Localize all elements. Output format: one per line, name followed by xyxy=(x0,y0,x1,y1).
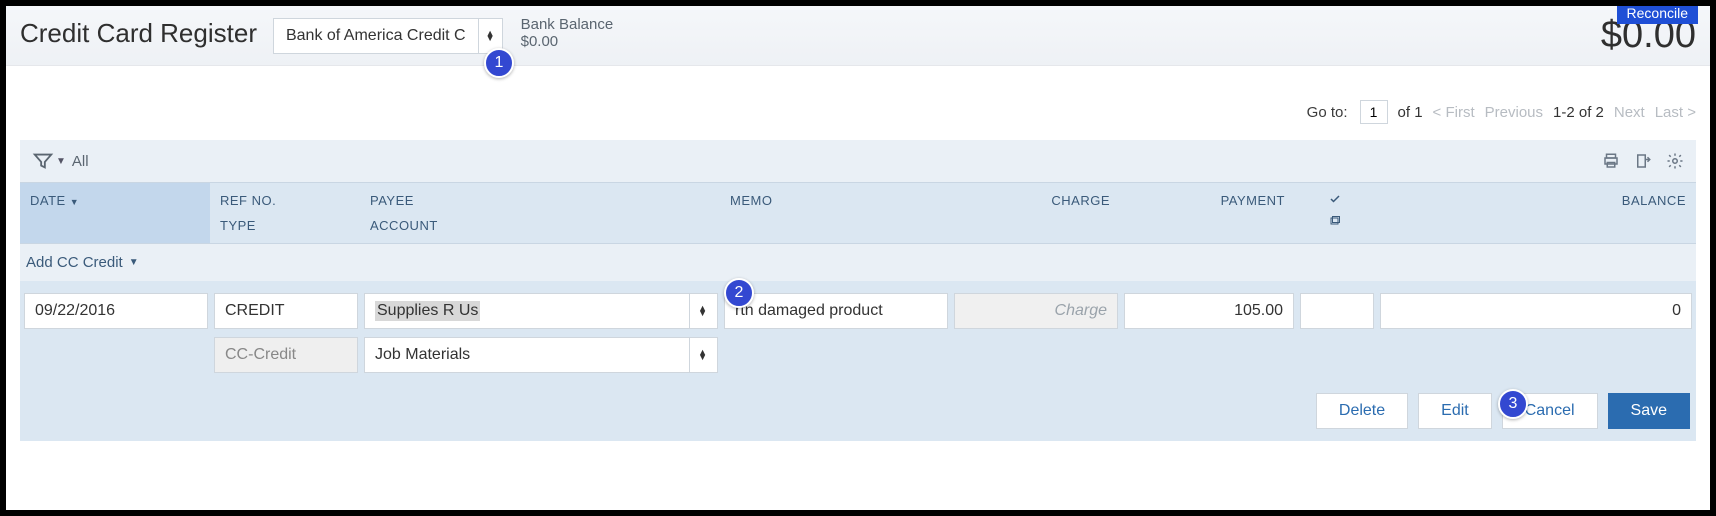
pager-next[interactable]: Next xyxy=(1614,104,1645,121)
date-field[interactable]: 09/22/2016 xyxy=(24,293,208,329)
bank-balance-label: Bank Balance xyxy=(521,16,614,33)
payee-select[interactable]: Supplies R Us ▲▼ xyxy=(364,293,718,329)
filter-icon[interactable] xyxy=(32,150,54,172)
col-balance[interactable]: BALANCE xyxy=(1375,183,1696,243)
memo-field[interactable]: rtn damaged product xyxy=(724,293,948,329)
pager-last[interactable]: Last > xyxy=(1655,104,1696,121)
checkmark-icon xyxy=(1328,193,1342,205)
reconcile-button[interactable]: Reconcile xyxy=(1617,6,1698,24)
page-of: of 1 xyxy=(1398,104,1423,121)
col-payee-account[interactable]: PAYEEACCOUNT xyxy=(360,183,720,243)
pager-previous[interactable]: Previous xyxy=(1485,104,1543,121)
filter-label: All xyxy=(72,153,89,170)
action-bar: Delete Edit Cancel Save xyxy=(22,381,1694,437)
callout-1: 1 xyxy=(484,48,514,78)
col-ref-type[interactable]: REF NO.TYPE xyxy=(210,183,360,243)
pager: Go to: of 1 < First Previous 1-2 of 2 Ne… xyxy=(6,66,1710,140)
header-bar: Credit Card Register Bank of America Cre… xyxy=(6,6,1710,66)
col-date[interactable]: DATE▼ xyxy=(20,183,210,243)
pager-first[interactable]: < First xyxy=(1433,104,1475,121)
table-header: DATE▼ REF NO.TYPE PAYEEACCOUNT MEMO CHAR… xyxy=(20,182,1696,244)
attachment-icon xyxy=(1328,215,1342,227)
account-value: Job Materials xyxy=(375,346,470,364)
callout-2: 2 xyxy=(724,278,754,308)
account-category-select[interactable]: Job Materials ▲▼ xyxy=(364,337,718,373)
add-cc-credit-dropdown[interactable]: Add CC Credit ▼ xyxy=(20,244,1696,281)
pager-range: 1-2 of 2 xyxy=(1553,104,1604,121)
col-charge[interactable]: CHARGE xyxy=(950,183,1120,243)
add-row-label: Add CC Credit xyxy=(26,254,123,271)
account-select-value: Bank of America Credit C xyxy=(274,27,478,45)
gear-icon[interactable] xyxy=(1666,152,1684,170)
balance-field: 0 xyxy=(1380,293,1692,329)
export-icon[interactable] xyxy=(1634,152,1652,170)
filter-toolbar: ▼ All xyxy=(20,140,1696,182)
callout-3: 3 xyxy=(1498,389,1528,419)
chevron-updown-icon: ▲▼ xyxy=(689,338,707,372)
charge-field[interactable]: Charge xyxy=(954,293,1118,329)
print-icon[interactable] xyxy=(1602,152,1620,170)
save-button[interactable]: Save xyxy=(1608,393,1690,429)
sort-desc-icon: ▼ xyxy=(70,197,79,207)
delete-button[interactable]: Delete xyxy=(1316,393,1408,429)
col-memo[interactable]: MEMO xyxy=(720,183,950,243)
reconciled-field[interactable] xyxy=(1300,293,1374,329)
account-select[interactable]: Bank of America Credit C ▲▼ xyxy=(273,18,503,54)
type-field: CC-Credit xyxy=(214,337,358,373)
filter-caret-icon[interactable]: ▼ xyxy=(56,156,66,167)
goto-label: Go to: xyxy=(1307,104,1348,121)
entry-area: 09/22/2016 CREDIT Supplies R Us ▲▼ rtn d… xyxy=(20,281,1696,441)
bank-balance-amount: $0.00 xyxy=(521,33,614,50)
payment-field[interactable]: 105.00 xyxy=(1124,293,1294,329)
payee-value: Supplies R Us xyxy=(375,301,480,321)
edit-button[interactable]: Edit xyxy=(1418,393,1492,429)
spacer xyxy=(24,337,208,373)
ref-no-field[interactable]: CREDIT xyxy=(214,293,358,329)
bank-balance-block: Bank Balance $0.00 xyxy=(521,16,614,50)
col-payment[interactable]: PAYMENT xyxy=(1120,183,1295,243)
page-title: Credit Card Register xyxy=(20,18,257,49)
chevron-updown-icon: ▲▼ xyxy=(689,294,707,328)
col-reconciled[interactable] xyxy=(1295,183,1375,243)
goto-page-input[interactable] xyxy=(1360,100,1388,124)
chevron-down-icon: ▼ xyxy=(129,257,139,268)
